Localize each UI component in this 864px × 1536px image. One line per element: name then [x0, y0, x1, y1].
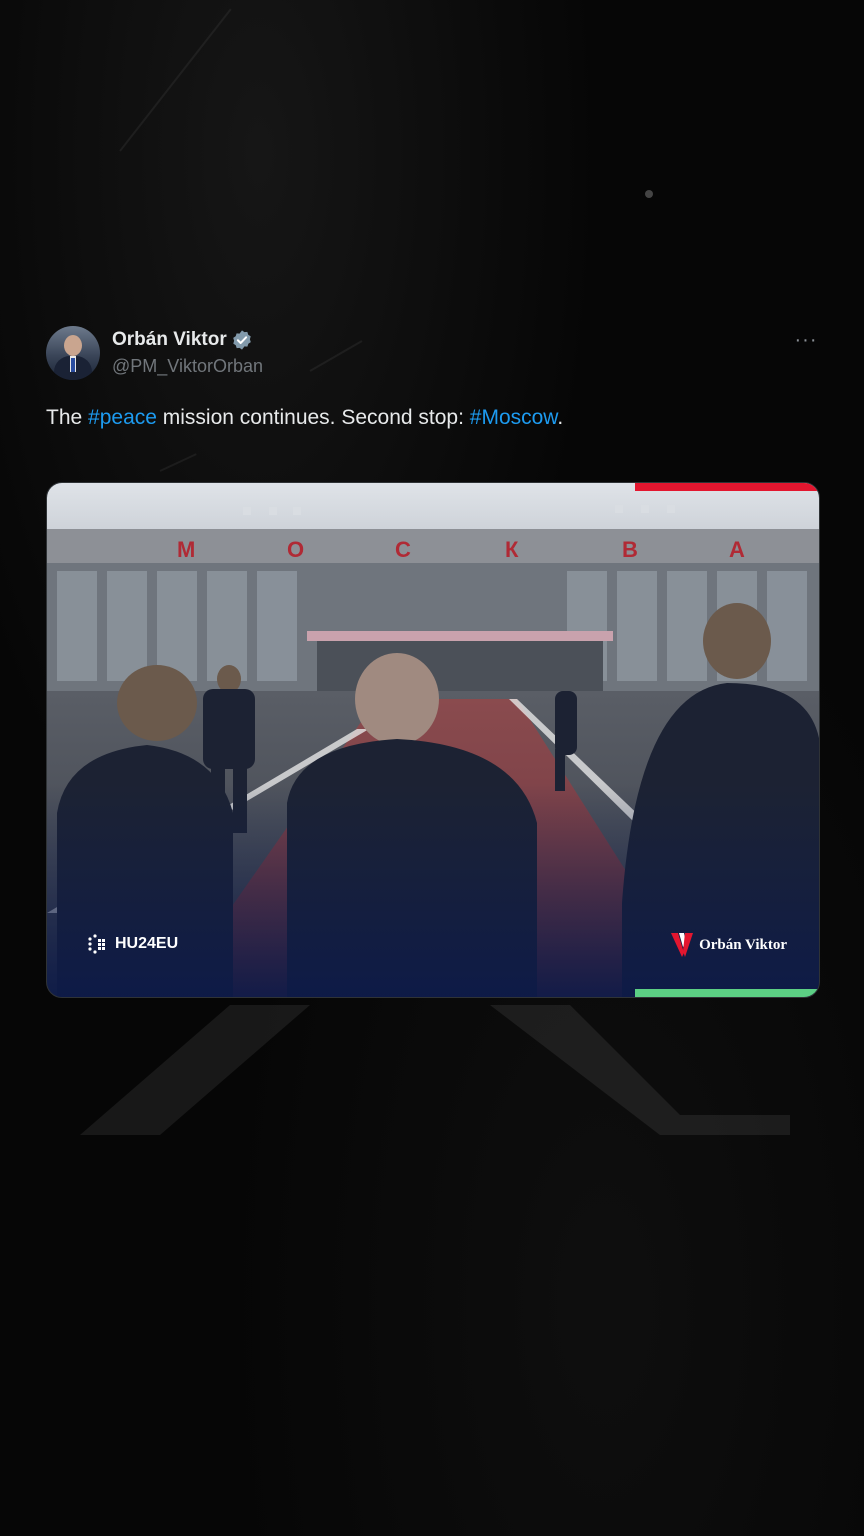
- avatar[interactable]: [46, 326, 100, 380]
- avatar-tie: [71, 358, 75, 372]
- author-handle[interactable]: @PM_ViktorOrban: [112, 354, 263, 378]
- avatar-head: [64, 335, 82, 356]
- hu24eu-logo-icon: [88, 934, 105, 954]
- text-plain: mission continues. Second stop:: [156, 406, 470, 429]
- text-plain: The: [46, 406, 89, 429]
- orban-v-logo-icon: [671, 933, 694, 957]
- sign-letter: М: [177, 537, 195, 562]
- sign-letter: О: [287, 537, 304, 562]
- hu24eu-label: HU24EU: [115, 935, 179, 952]
- author-info: Orbán Viktor @PM_ViktorOrban: [112, 328, 263, 378]
- verified-badge-icon: [232, 330, 251, 350]
- orban-viktor-label: Orbán Viktor: [699, 936, 787, 953]
- tweet-text: The #peace mission continues. Second sto…: [46, 404, 820, 432]
- hashtag-moscow-link[interactable]: #Moscow: [470, 406, 558, 429]
- flag-stripe-green: [635, 989, 819, 997]
- author-display-name[interactable]: Orbán Viktor: [112, 328, 227, 352]
- orban-viktor-watermark: Orbán Viktor: [671, 933, 787, 957]
- hashtag-peace-link[interactable]: #peace: [88, 406, 157, 429]
- tweet-card: Orbán Viktor @PM_ViktorOrban ··· The #pe…: [46, 324, 820, 998]
- airport-photo-illustration: М О С К В А: [47, 483, 819, 997]
- tweet-photo[interactable]: М О С К В А HU24EU Orbán Viktor: [46, 482, 820, 998]
- sign-letter: С: [395, 537, 411, 562]
- more-options-icon[interactable]: ···: [792, 326, 820, 354]
- sign-letter: В: [622, 537, 638, 562]
- sign-letter: А: [729, 537, 745, 562]
- flag-stripe-red: [635, 483, 819, 491]
- background-speck: [645, 190, 653, 198]
- sign-letter: К: [505, 537, 519, 562]
- tweet-header: Orbán Viktor @PM_ViktorOrban ···: [46, 324, 820, 382]
- background-logo-watermark: [80, 1005, 790, 1135]
- background-scratch: [119, 8, 232, 152]
- name-row: Orbán Viktor: [112, 328, 263, 352]
- hu24eu-watermark: HU24EU: [85, 931, 178, 957]
- text-plain: .: [557, 406, 564, 429]
- video-frame: Orbán Viktor @PM_ViktorOrban ··· The #pe…: [0, 0, 864, 1536]
